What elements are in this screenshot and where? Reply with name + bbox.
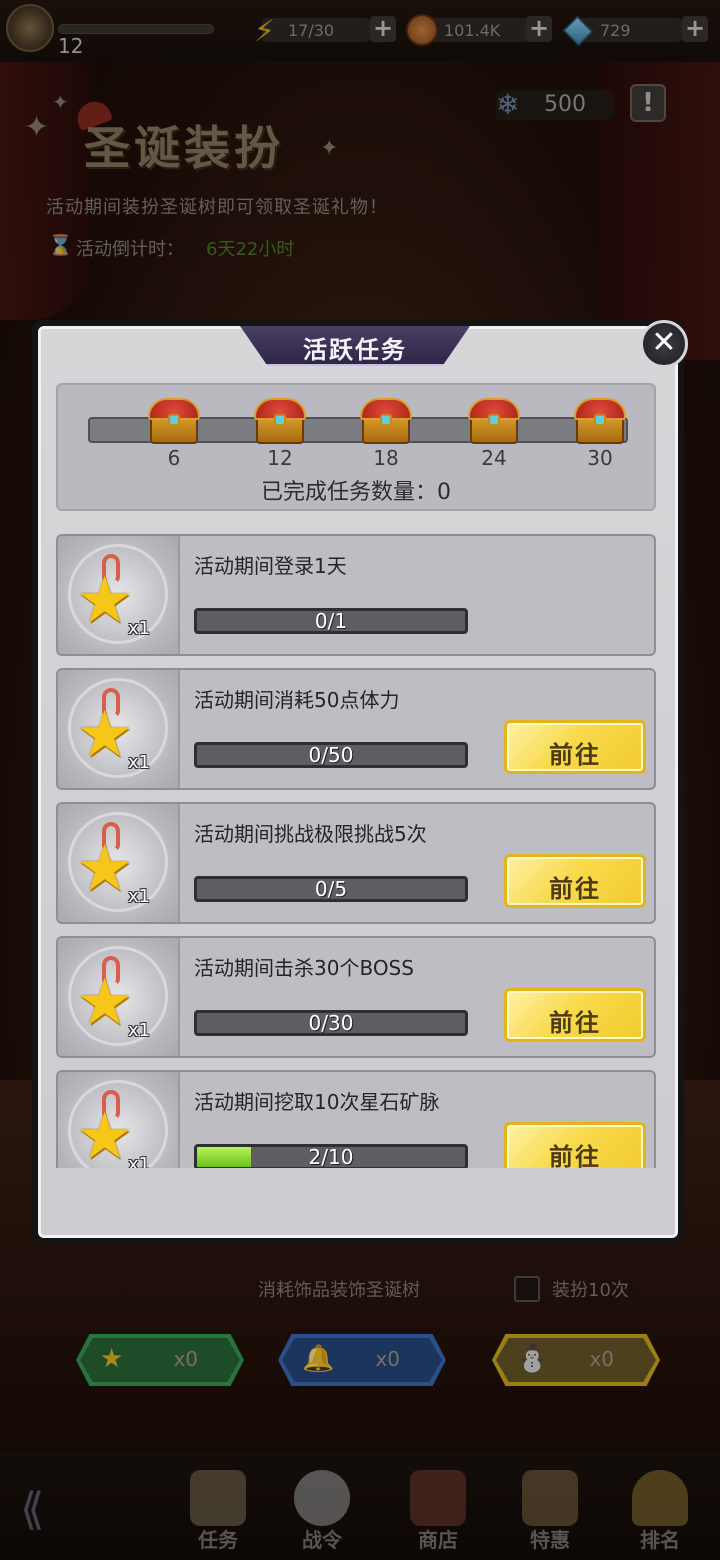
- go-button[interactable]: 前往: [504, 854, 646, 908]
- task-progress-text: 0/30: [308, 1011, 354, 1035]
- task-row: ★ x1 活动期间消耗50点体力 0/50 前往: [56, 668, 656, 790]
- task-progress-bar: 0/50: [194, 742, 468, 768]
- task-reward: ★ x1: [58, 938, 180, 1056]
- task-progress-bar: 0/1: [194, 608, 468, 634]
- go-button-label: 前往: [549, 741, 601, 769]
- milestone-number: 24: [481, 446, 507, 470]
- go-button[interactable]: 前往: [504, 1122, 646, 1168]
- milestone-number: 6: [167, 446, 181, 470]
- task-title: 活动期间消耗50点体力: [194, 688, 400, 712]
- go-button-label: 前往: [549, 1143, 601, 1168]
- go-button[interactable]: 前往: [504, 720, 646, 774]
- task-progress-text: 0/5: [314, 877, 348, 901]
- reward-quantity: x1: [128, 886, 151, 907]
- task-row: ★ x1 活动期间挑战极限挑战5次 0/5 前往: [56, 802, 656, 924]
- task-row: ★ x1 活动期间挖取10次星石矿脉 2/10 前往: [56, 1070, 656, 1168]
- task-row: ★ x1 活动期间登录1天 0/1: [56, 534, 656, 656]
- completed-count: 已完成任务数量：0: [261, 480, 451, 505]
- star-ornament-icon: ★: [76, 564, 134, 638]
- task-progress-text: 2/10: [308, 1145, 354, 1168]
- milestone-chest-icon[interactable]: [146, 396, 202, 446]
- task-list[interactable]: ★ x1 活动期间登录1天 0/1 ★ x1 活动期间消耗50点体力 0/50 前往 ★ x1 活动期…: [56, 534, 656, 1168]
- go-button[interactable]: 前往: [504, 988, 646, 1042]
- task-progress-text: 0/50: [308, 743, 354, 767]
- task-reward: ★ x1: [58, 536, 180, 654]
- modal-title: 活跃任务: [303, 336, 407, 364]
- task-title: 活动期间击杀30个BOSS: [194, 956, 414, 980]
- reward-quantity: x1: [128, 1154, 151, 1168]
- reward-quantity: x1: [128, 618, 151, 639]
- go-button-label: 前往: [549, 1009, 601, 1037]
- milestone-number: 18: [373, 446, 399, 470]
- milestone-chest-icon[interactable]: [466, 396, 522, 446]
- star-ornament-icon: ★: [76, 1100, 134, 1168]
- task-reward: ★ x1: [58, 804, 180, 922]
- milestone-chest-icon[interactable]: [572, 396, 628, 446]
- task-row: ★ x1 活动期间击杀30个BOSS 0/30 前往: [56, 936, 656, 1058]
- task-progress-text: 0/1: [314, 609, 348, 633]
- star-ornament-icon: ★: [76, 832, 134, 906]
- task-progress-bar: 0/5: [194, 876, 468, 902]
- milestone-number: 12: [267, 446, 293, 470]
- close-button[interactable]: ✕: [640, 320, 688, 368]
- task-reward: ★ x1: [58, 670, 180, 788]
- go-button-label: 前往: [549, 875, 601, 903]
- task-progress-bar: 0/30: [194, 1010, 468, 1036]
- milestone-chest-icon[interactable]: [252, 396, 308, 446]
- reward-quantity: x1: [128, 752, 151, 773]
- task-title: 活动期间挖取10次星石矿脉: [194, 1090, 440, 1114]
- star-ornament-icon: ★: [76, 698, 134, 772]
- milestone-chest-icon[interactable]: [358, 396, 414, 446]
- star-ornament-icon: ★: [76, 966, 134, 1040]
- milestone-number: 30: [587, 446, 613, 470]
- task-title: 活动期间挑战极限挑战5次: [194, 822, 427, 846]
- task-reward: ★ x1: [58, 1072, 180, 1168]
- reward-quantity: x1: [128, 1020, 151, 1041]
- task-progress-bar: 2/10: [194, 1144, 468, 1168]
- task-title: 活动期间登录1天: [194, 554, 347, 578]
